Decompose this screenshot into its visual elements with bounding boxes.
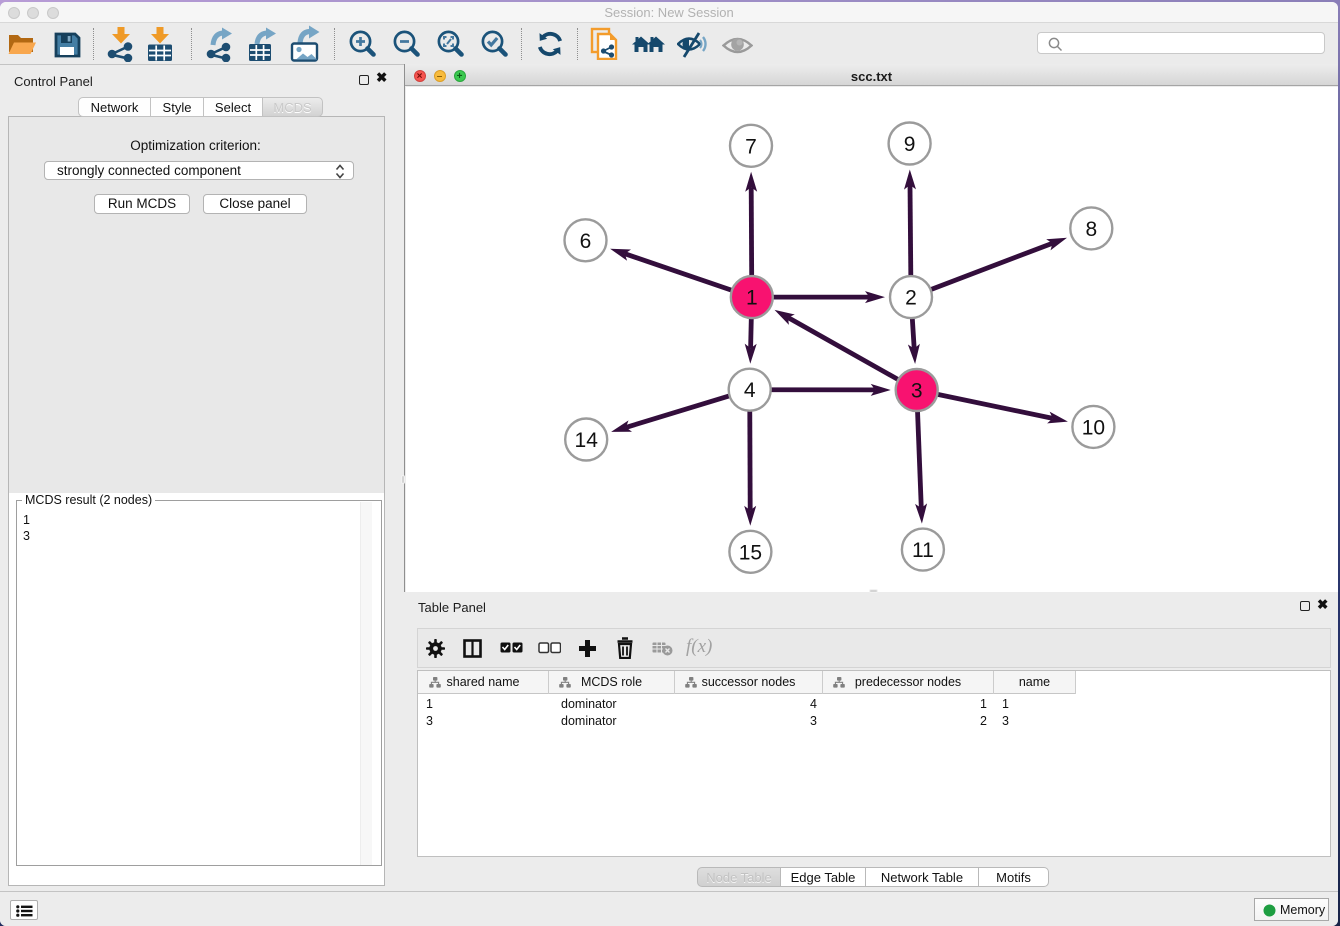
svg-text:1: 1 — [746, 287, 758, 310]
svg-text:7: 7 — [745, 135, 757, 158]
svg-text:9: 9 — [904, 133, 916, 156]
svg-text:4: 4 — [744, 379, 756, 402]
svg-text:8: 8 — [1085, 218, 1097, 241]
svg-text:2: 2 — [905, 287, 917, 310]
svg-text:10: 10 — [1082, 416, 1105, 439]
svg-text:3: 3 — [911, 380, 923, 403]
svg-text:11: 11 — [912, 539, 934, 562]
svg-text:15: 15 — [739, 541, 762, 564]
svg-text:14: 14 — [575, 429, 599, 452]
svg-text:6: 6 — [580, 230, 592, 253]
